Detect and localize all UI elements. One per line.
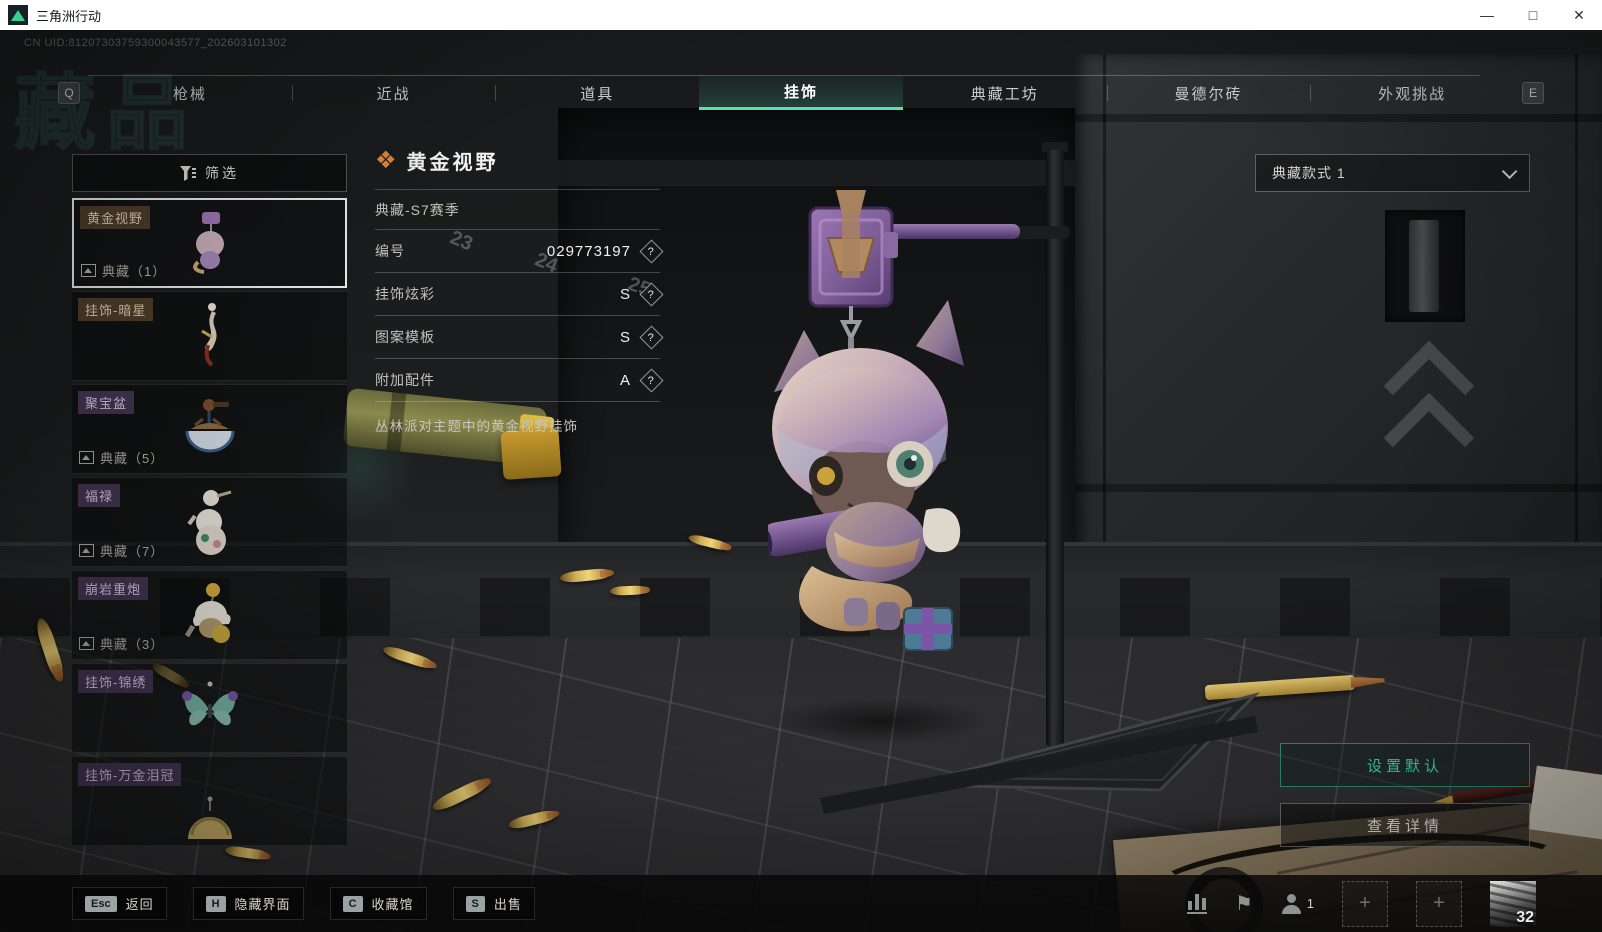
- collection-count-icon: [79, 451, 94, 464]
- charm-item-label: 挂饰-锦绣: [78, 670, 154, 693]
- charm-item-rockfall-cannon[interactable]: 崩岩重炮 典藏（3）: [72, 570, 347, 660]
- minimize-button[interactable]: —: [1464, 0, 1510, 30]
- detail-row-season: 典藏-S7赛季: [375, 189, 660, 229]
- charm-description: 丛林派对主题中的黄金视野挂饰: [375, 401, 660, 435]
- background-crate: [1075, 54, 1602, 594]
- empty-squad-slot[interactable]: +: [1342, 880, 1388, 927]
- hint-hide-ui[interactable]: H 隐藏界面: [192, 887, 304, 920]
- filter-button[interactable]: 筛选: [72, 154, 347, 192]
- charm-item-fulu[interactable]: 福禄 典藏（7）: [72, 477, 347, 567]
- detail-row-colorway: 挂饰炫彩 S ?: [375, 272, 664, 315]
- hint-sell[interactable]: S 出售: [452, 887, 535, 920]
- window-title: 三角洲行动: [36, 8, 102, 24]
- charm-item-treasure-bowl[interactable]: 聚宝盆 典藏（5）: [72, 384, 347, 474]
- tab-mandel-brick[interactable]: 曼德尔砖: [1106, 76, 1311, 110]
- help-icon[interactable]: ?: [639, 367, 664, 393]
- charm-item-label: 挂饰-暗星: [78, 298, 154, 321]
- bottom-bar: Esc 返回 H 隐藏界面 C 收藏馆 S 出售 ⚑ 1 + + 32: [0, 875, 1602, 932]
- help-icon[interactable]: ?: [639, 324, 664, 350]
- detail-row-pattern: 图案模板 S ?: [375, 315, 664, 358]
- squad-button[interactable]: 1: [1281, 893, 1314, 914]
- charm-3d-model[interactable]: [768, 180, 1078, 670]
- set-default-button[interactable]: 设置默认: [1280, 743, 1530, 787]
- charm-thumbnail: [184, 583, 231, 643]
- hint-collection-hall[interactable]: C 收藏馆: [329, 887, 427, 920]
- charm-item-dark-star[interactable]: 挂饰-暗星: [72, 291, 347, 381]
- player-level-badge: 32: [1516, 908, 1534, 926]
- charm-title: 黄金视野: [406, 152, 499, 174]
- tab-charms[interactable]: 挂饰: [699, 76, 903, 110]
- charm-thumbnail: [185, 399, 234, 453]
- tab-firearms[interactable]: 枪械: [88, 76, 292, 110]
- filter-label: 筛选: [205, 165, 239, 181]
- tab-collection-workshop[interactable]: 典藏工坊: [903, 76, 1107, 110]
- close-button[interactable]: ✕: [1556, 0, 1602, 30]
- charm-thumbnail: [200, 303, 217, 367]
- tab-gear[interactable]: 道具: [495, 76, 699, 110]
- crate-arrow-icon: [1383, 392, 1475, 484]
- collection-count-icon: [79, 637, 94, 650]
- charm-count: 典藏（7）: [79, 541, 164, 560]
- charm-item-golden-vision[interactable]: 黄金视野 典藏（1）: [72, 198, 347, 288]
- detail-row-serial: 编号 029773197 ?: [375, 229, 664, 272]
- gold-tin-prop: [500, 428, 562, 480]
- player-avatar[interactable]: 32: [1490, 880, 1536, 927]
- tab-melee[interactable]: 近战: [291, 76, 496, 110]
- window-titlebar: 三角洲行动 — □ ✕: [0, 0, 1602, 30]
- maximize-button[interactable]: □: [1510, 0, 1556, 30]
- next-tab-key-hint: E: [1522, 82, 1544, 104]
- charm-item-label: 福禄: [78, 484, 121, 507]
- charm-item-label: 挂饰-万金泪冠: [78, 763, 182, 786]
- squad-count: 1: [1306, 896, 1314, 911]
- charm-item-jinxiu[interactable]: 挂饰-锦绣: [72, 663, 347, 753]
- charm-item-label: 崩岩重炮: [78, 577, 149, 600]
- collection-count-icon: [79, 544, 94, 557]
- charm-thumbnail: [192, 212, 224, 274]
- bar-chart-icon: [1186, 893, 1207, 914]
- charm-thumbnail: [186, 490, 231, 555]
- detail-row-accessory: 附加配件 A ?: [375, 358, 664, 401]
- charm-thumbnail: [187, 796, 232, 840]
- plus-icon: +: [1433, 892, 1445, 914]
- filter-funnel-icon: [180, 165, 196, 181]
- view-details-button[interactable]: 查看详情: [1280, 803, 1530, 847]
- empty-squad-slot[interactable]: +: [1416, 880, 1462, 927]
- game-viewport[interactable]: 23 24 25 CN UID:81207303759300043577_202…: [0, 30, 1602, 932]
- player-uid: CN UID:81207303759300043577_202603101302: [24, 37, 287, 49]
- charm-count: 典藏（3）: [79, 634, 164, 653]
- help-icon[interactable]: ?: [639, 238, 664, 264]
- person-icon: [1281, 893, 1301, 914]
- stand-base: [820, 692, 1260, 814]
- flag-icon: ⚑: [1234, 893, 1253, 915]
- charm-item-label: 黄金视野: [80, 206, 151, 229]
- charm-item-golden-tear-crown[interactable]: 挂饰-万金泪冠: [72, 756, 347, 846]
- report-button[interactable]: ⚑: [1235, 891, 1253, 916]
- charm-count: 典藏（1）: [81, 261, 166, 280]
- app-logo-icon: [8, 5, 28, 25]
- charm-thumbnail: [181, 681, 238, 726]
- help-icon[interactable]: ?: [639, 281, 664, 307]
- charm-count: 典藏（5）: [79, 448, 164, 467]
- charm-item-label: 聚宝盆: [78, 391, 135, 414]
- tab-appearance-challenge[interactable]: 外观挑战: [1310, 76, 1514, 110]
- plus-icon: +: [1359, 892, 1371, 914]
- stats-button[interactable]: [1186, 893, 1207, 914]
- crate-latch: [1385, 210, 1465, 322]
- chevron-down-icon: [1501, 163, 1518, 179]
- prev-tab-key-hint: Q: [58, 82, 80, 104]
- rarity-diamond-icon: ❖: [375, 146, 397, 174]
- hint-back[interactable]: Esc 返回: [72, 887, 167, 920]
- charm-list: 黄金视野 典藏（1） 挂饰-暗星 聚宝盆 典藏（5） 福禄 典藏（7） 崩岩重炮…: [72, 198, 347, 932]
- style-dropdown[interactable]: 典藏款式 1: [1255, 154, 1530, 192]
- charm-detail-panel: ❖ 黄金视野 典藏-S7赛季 编号 029773197 ? 挂饰炫彩 S ? 图…: [375, 146, 664, 435]
- collection-count-icon: [81, 264, 96, 277]
- category-tabbar: Q 枪械 近战 道具 挂饰 典藏工坊 曼德尔砖 外观挑战 E: [58, 76, 1544, 110]
- style-dropdown-value: 典藏款式 1: [1272, 165, 1346, 181]
